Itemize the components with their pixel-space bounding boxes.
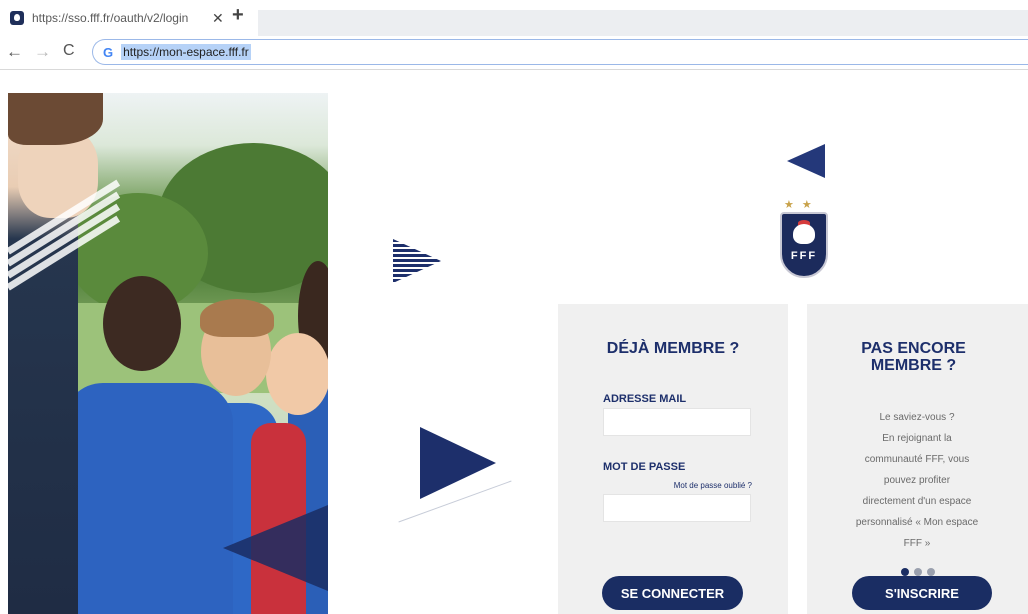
login-panel: DÉJÀ MEMBRE ? ADRESSE MAIL MOT DE PASSE …	[558, 304, 788, 614]
address-bar[interactable]: G https://mon-espace.fff.fr	[92, 39, 1028, 65]
decorative-triangle	[223, 503, 328, 593]
photo-child-hair	[200, 299, 274, 337]
forward-icon[interactable]: →	[34, 42, 51, 62]
new-tab-button[interactable]: +	[232, 4, 244, 27]
photo-child	[63, 383, 233, 614]
register-button[interactable]: S'INSCRIRE	[852, 576, 992, 610]
email-field[interactable]	[603, 408, 751, 436]
register-text-line: pouvez profiter	[883, 475, 951, 486]
logo-text: FFF	[790, 250, 818, 262]
rooster-icon	[793, 224, 815, 244]
browser-tab-bar: https://sso.fff.fr/oauth/v2/login ✕ +	[0, 0, 1028, 36]
reload-icon[interactable]: C	[63, 42, 75, 60]
close-tab-icon[interactable]: ✕	[212, 10, 224, 27]
hero-photo	[8, 93, 328, 614]
register-text-line: personnalisé « Mon espace	[855, 517, 979, 528]
register-title: PAS ENCORE MEMBRE ?	[807, 340, 1028, 374]
password-label: MOT DE PASSE	[603, 461, 686, 473]
register-title-line: PAS ENCORE	[861, 340, 966, 357]
decorative-triangle	[787, 144, 825, 178]
register-text-line: directement d'un espace	[862, 496, 972, 507]
tab-title: https://sso.fff.fr/oauth/v2/login	[32, 11, 189, 25]
logo-shield: FFF	[780, 212, 828, 278]
forgot-password-link[interactable]: Mot de passe oublié ?	[674, 481, 752, 490]
address-url[interactable]: https://mon-espace.fff.fr	[121, 44, 251, 60]
fff-shield-icon	[10, 11, 24, 25]
carousel-dot[interactable]	[901, 568, 909, 576]
register-text-line: communauté FFF, vous	[864, 454, 970, 465]
register-description: Le saviez-vous ? En rejoignant la commun…	[827, 407, 1007, 554]
logo-stars-icon: ★★	[784, 199, 820, 211]
register-text-line: En rejoignant la	[882, 433, 952, 444]
browser-tab[interactable]: https://sso.fff.fr/oauth/v2/login ✕	[0, 4, 250, 32]
decorative-striped-triangle	[393, 239, 441, 282]
email-label: ADRESSE MAIL	[603, 393, 687, 405]
carousel-dot[interactable]	[914, 568, 922, 576]
password-field[interactable]	[603, 494, 751, 522]
google-g-icon: G	[103, 44, 114, 60]
login-button[interactable]: SE CONNECTER	[602, 576, 743, 610]
back-icon[interactable]: ←	[6, 42, 23, 62]
decorative-triangle	[420, 427, 496, 499]
carousel-dots	[901, 568, 935, 576]
register-text-line: Le saviez-vous ?	[879, 412, 955, 423]
register-text-line: FFF »	[903, 538, 931, 549]
photo-child	[103, 276, 181, 371]
register-title-line: MEMBRE ?	[870, 357, 957, 374]
decorative-stripes	[8, 178, 121, 291]
page-content: ★★ FFF DÉJÀ MEMBRE ? ADRESSE MAIL MOT DE…	[0, 71, 1028, 614]
photo-coach-hair	[8, 93, 103, 145]
login-title: DÉJÀ MEMBRE ?	[606, 340, 740, 357]
browser-toolbar: ← → C G https://mon-espace.fff.fr	[0, 36, 1028, 70]
photo-child	[266, 333, 328, 415]
register-panel: PAS ENCORE MEMBRE ? Le saviez-vous ? En …	[807, 304, 1028, 614]
carousel-dot[interactable]	[927, 568, 935, 576]
fff-logo[interactable]: ★★ FFF	[778, 198, 830, 280]
tab-strip-background	[258, 10, 1028, 36]
